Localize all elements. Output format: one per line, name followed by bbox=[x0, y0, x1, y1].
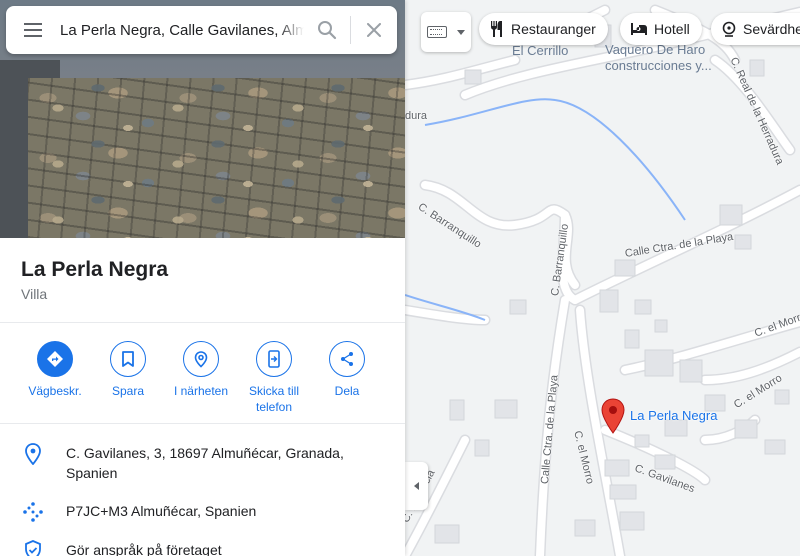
plus-code-icon bbox=[0, 501, 66, 523]
address-text: C. Gavilanes, 3, 18697 Almuñécar, Granad… bbox=[66, 445, 344, 481]
claim-business-row[interactable]: Gör anspråk på företaget bbox=[0, 540, 405, 556]
place-panel: La Perla Negra Villa Vägbeskr. Spara I n… bbox=[0, 0, 405, 556]
address-row[interactable]: C. Gavilanes, 3, 18697 Almuñécar, Granad… bbox=[0, 443, 405, 483]
place-header: La Perla Negra Villa bbox=[0, 238, 405, 323]
nearby-label: I närheten bbox=[173, 384, 229, 398]
plus-code-text: P7JC+M3 Almuñécar, Spanien bbox=[66, 503, 257, 519]
chip-label: Hotell bbox=[654, 21, 690, 37]
chip-label: Sevärdheter bbox=[743, 21, 800, 37]
share-button[interactable]: Dela bbox=[309, 341, 385, 399]
search-input[interactable]: La Perla Negra, Calle Gavilanes, Almuñéc… bbox=[60, 21, 304, 39]
chevron-down-icon bbox=[457, 29, 465, 35]
search-icon[interactable] bbox=[304, 6, 350, 54]
collapse-arrow-icon bbox=[414, 482, 419, 490]
directions-label: Vägbeskr. bbox=[28, 384, 82, 398]
save-label: Spara bbox=[111, 384, 145, 398]
chip-attractions[interactable]: Sevärdheter bbox=[711, 13, 800, 45]
map-canvas[interactable]: El Cerrillo Vaquero De Haro construccion… bbox=[405, 0, 800, 556]
keyboard-icon bbox=[427, 26, 447, 38]
poi-el-cerrillo[interactable]: El Cerrillo bbox=[512, 43, 568, 59]
location-icon bbox=[0, 443, 66, 483]
bookmark-icon bbox=[110, 341, 146, 377]
chip-hotels[interactable]: Hotell bbox=[620, 13, 702, 45]
hotel-icon bbox=[630, 22, 648, 36]
close-icon[interactable] bbox=[351, 6, 397, 54]
plus-code-row[interactable]: P7JC+M3 Almuñécar, Spanien bbox=[0, 501, 405, 523]
claim-business-text: Gör anspråk på företaget bbox=[66, 542, 222, 556]
attraction-icon bbox=[721, 21, 737, 37]
pin-label[interactable]: La Perla Negra bbox=[630, 408, 717, 423]
nearby-icon bbox=[183, 341, 219, 377]
collapse-panel-button[interactable] bbox=[405, 462, 428, 510]
place-category[interactable]: Villa bbox=[21, 286, 384, 302]
poi-vaquero-de-haro[interactable]: Vaquero De Haro construcciones y... bbox=[605, 42, 735, 74]
search-box: La Perla Negra, Calle Gavilanes, Almuñéc… bbox=[6, 6, 397, 54]
send-to-phone-label: Skicka till telefon bbox=[248, 384, 299, 414]
directions-button[interactable]: Vägbeskr. bbox=[17, 341, 93, 399]
send-to-phone-button[interactable]: Skicka till telefon bbox=[236, 341, 312, 415]
phone-icon bbox=[256, 341, 292, 377]
save-button[interactable]: Spara bbox=[90, 341, 166, 399]
menu-icon[interactable] bbox=[6, 6, 60, 54]
action-bar: Vägbeskr. Spara I närheten Skicka till t… bbox=[0, 323, 405, 424]
restaurant-icon bbox=[489, 20, 505, 38]
directions-icon bbox=[37, 341, 73, 377]
share-icon bbox=[329, 341, 365, 377]
shield-check-icon bbox=[0, 540, 66, 556]
chip-label: Restauranger bbox=[511, 21, 596, 37]
chip-restaurants[interactable]: Restauranger bbox=[479, 13, 608, 45]
street-label-dura: dura bbox=[405, 110, 428, 122]
input-tools-button[interactable] bbox=[421, 12, 471, 52]
place-title: La Perla Negra bbox=[21, 258, 169, 281]
share-label: Dela bbox=[334, 384, 360, 398]
nearby-button[interactable]: I närheten bbox=[163, 341, 239, 399]
